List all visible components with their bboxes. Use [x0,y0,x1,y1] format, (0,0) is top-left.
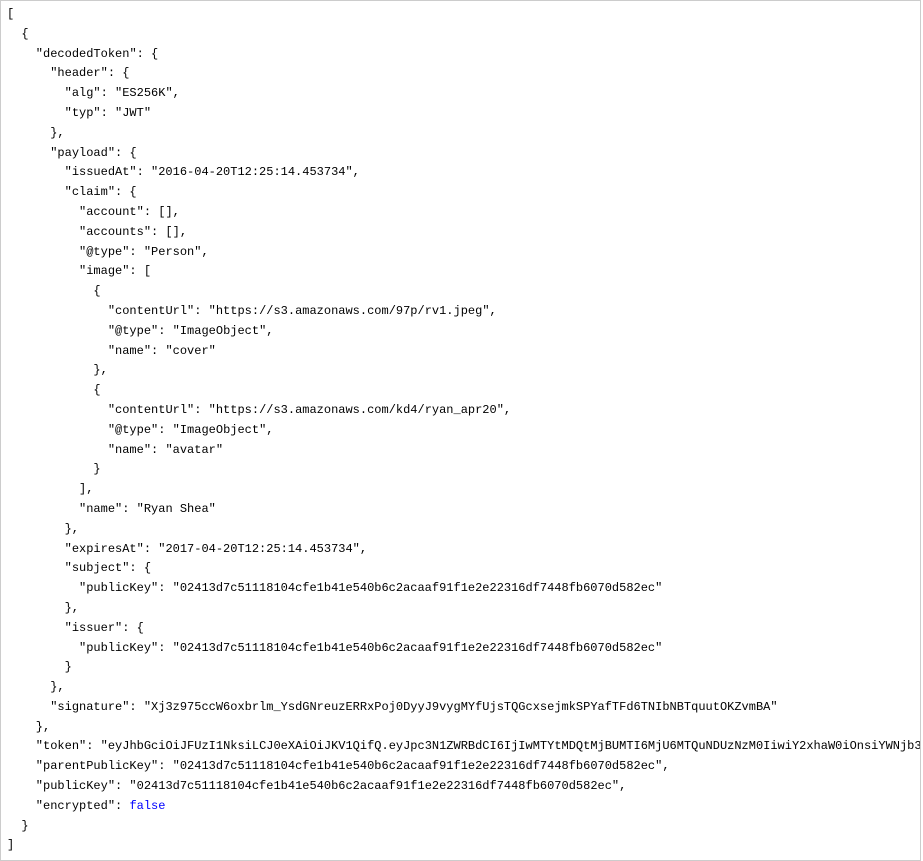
key-subject: subject [72,561,122,575]
brace-open: { [21,27,28,41]
json-viewer: [ { "decodedToken": { "header": { "alg":… [0,0,921,861]
val-img1-url: https://s3.amazonaws.com/kd4/ryan_apr20 [216,403,497,417]
val-token: eyJhbGciOiJFUzI1NksiLCJ0eXAiOiJKV1QifQ.e… [108,739,921,753]
key-claim: claim [72,185,108,199]
bracket-open: [ [7,7,14,21]
val-typ: JWT [122,106,144,120]
key-header: header [57,66,100,80]
key-accounts: accounts [86,225,144,239]
key-token: token [43,739,79,753]
key-decodedToken: decodedToken [43,47,129,61]
key-publicKey: publicKey [86,641,151,655]
val-img0-url: https://s3.amazonaws.com/97p/rv1.jpeg [216,304,482,318]
key-signature: signature [57,700,122,714]
val-alg: ES256K [122,86,165,100]
key-atType: @type [115,423,151,437]
brace-close: } [21,819,28,833]
key-encrypted: encrypted [43,799,108,813]
val-img0-name: cover [173,344,209,358]
key-name: name [86,502,115,516]
val-img1-type: ImageObject [180,423,259,437]
key-payload: payload [57,146,107,160]
val-img0-type: ImageObject [180,324,259,338]
val-subject-pk: 02413d7c51118104cfe1b41e540b6c2acaaf91f1… [180,581,655,595]
key-atType: @type [115,324,151,338]
key-contentUrl: contentUrl [115,403,187,417]
val-expiresAt: 2017-04-20T12:25:14.453734 [165,542,352,556]
key-account: account [86,205,136,219]
key-name: name [115,344,144,358]
bracket-close: ] [7,838,14,852]
val-issuedAt: 2016-04-20T12:25:14.453734 [158,165,345,179]
val-parentPublicKey: 02413d7c51118104cfe1b41e540b6c2acaaf91f1… [180,759,655,773]
key-issuedAt: issuedAt [72,165,130,179]
key-name: name [115,443,144,457]
key-parentPublicKey: parentPublicKey [43,759,151,773]
key-publicKey: publicKey [43,779,108,793]
key-issuer: issuer [72,621,115,635]
val-publicKey: 02413d7c51118104cfe1b41e540b6c2acaaf91f1… [137,779,612,793]
key-alg: alg [72,86,94,100]
val-img1-name: avatar [173,443,216,457]
val-encrypted: false [129,799,165,813]
key-typ: typ [72,106,94,120]
val-claim-name: Ryan Shea [144,502,209,516]
key-image: image [86,264,122,278]
key-contentUrl: contentUrl [115,304,187,318]
val-signature: Xj3z975ccW6oxbrlm_YsdGNreuzERRxPoj0DyyJ9… [151,700,770,714]
key-atType: @type [86,245,122,259]
val-issuer-pk: 02413d7c51118104cfe1b41e540b6c2acaaf91f1… [180,641,655,655]
val-claim-type: Person [151,245,194,259]
key-expiresAt: expiresAt [72,542,137,556]
key-publicKey: publicKey [86,581,151,595]
